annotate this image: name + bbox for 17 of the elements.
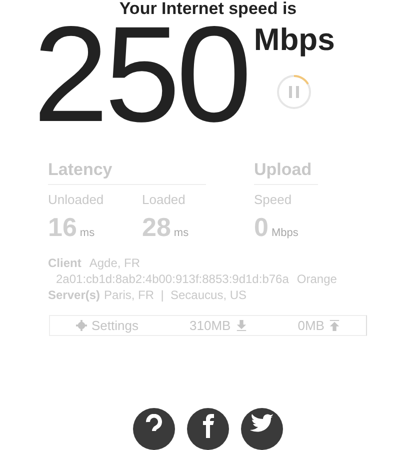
- speed-unit: Mbps: [254, 22, 335, 58]
- metric-unit: ms: [174, 227, 189, 239]
- share-button[interactable]: [241, 408, 283, 450]
- upload-icon: [329, 320, 340, 331]
- download-icon: [236, 320, 247, 331]
- help-button[interactable]: [133, 408, 175, 450]
- metric-unit: Mbps: [271, 227, 298, 239]
- metric-unit: ms: [80, 227, 95, 239]
- data-usage-button[interactable]: 310MB: [190, 318, 247, 333]
- bird-icon: [250, 414, 274, 434]
- facebook-icon: [201, 414, 215, 438]
- share-button[interactable]: [187, 408, 229, 450]
- result-heading: Your Internet speed is: [119, 0, 297, 18]
- data-usage-button[interactable]: 0MB: [298, 318, 340, 333]
- settings-icon: [76, 320, 86, 331]
- speed-value: 250: [33, 18, 248, 130]
- settings-button[interactable]: Settings: [76, 318, 138, 333]
